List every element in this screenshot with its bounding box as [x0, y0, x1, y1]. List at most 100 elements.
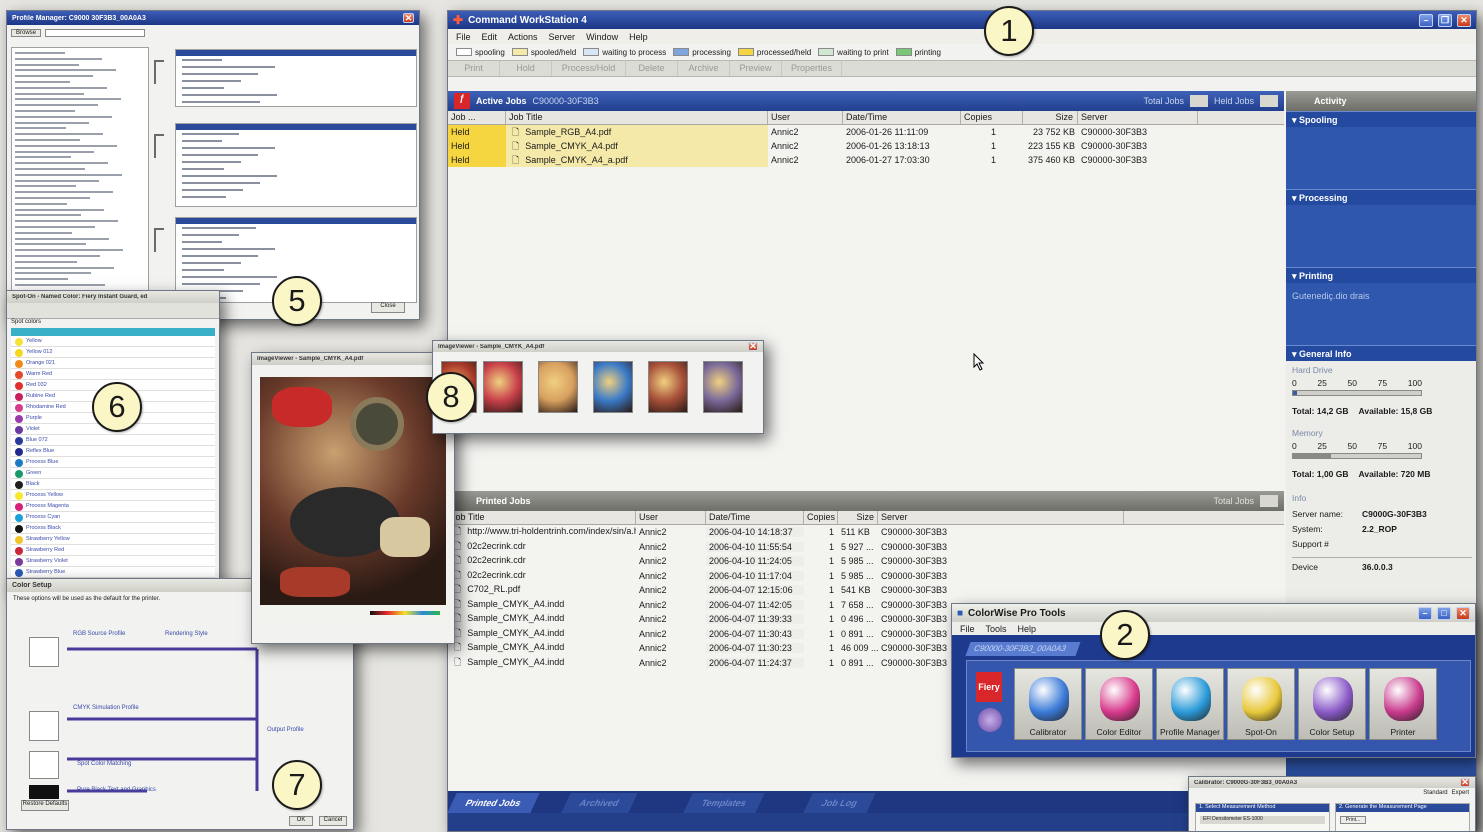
properties-button[interactable]: Properties [782, 61, 842, 76]
spot-color-row[interactable]: Reflex Blue [11, 446, 215, 457]
cw-menu-file[interactable]: File [960, 624, 975, 634]
calib-close-button[interactable]: ✕ [1460, 778, 1470, 787]
calib-expert-label[interactable]: Expert [1452, 790, 1469, 796]
spot-color-row[interactable]: Strawberry Red [11, 545, 215, 556]
spot-color-row[interactable]: Process Magenta [11, 501, 215, 512]
minimize-button[interactable]: – [1419, 13, 1433, 27]
col-user[interactable]: User [768, 111, 843, 124]
spot-color-row[interactable]: Warm Red [11, 369, 215, 380]
spot-color-row[interactable]: Strawberry Yellow [11, 534, 215, 545]
support-label: Support # [1292, 539, 1329, 549]
table-row[interactable]: 🗋 02c2ecrink.cdr Annic2 2006-04-10 11:55:54… [448, 540, 1284, 555]
menu-edit[interactable]: Edit [482, 32, 498, 42]
printed-jobs-header: Printed Jobs Total Jobs [448, 491, 1284, 511]
restore-defaults-button[interactable]: Restore Defaults [21, 800, 69, 811]
cw-maximize-button[interactable]: □ [1437, 606, 1451, 620]
profile-path-field[interactable] [45, 29, 146, 37]
table-row[interactable]: 🗋 C702_RL.pdf Annic2 2006-04-07 12:15:06 1 54… [448, 583, 1284, 598]
spot-color-row[interactable]: Blue 072 [11, 435, 215, 446]
spot-color-row[interactable]: Process Yellow [11, 490, 215, 501]
spot-color-row[interactable]: Black [11, 479, 215, 490]
table-row[interactable]: Held 🗋 Sample_RGB_A4.pdf Annic2 2006-01-26 1… [448, 125, 1284, 139]
col-copies[interactable]: Copies [961, 111, 1023, 124]
colorwise-server-tab[interactable]: C90000-30F3B3_00A0A3 [965, 642, 1081, 656]
thumbnail-image[interactable] [483, 361, 523, 413]
col-server[interactable]: Server [1078, 111, 1198, 124]
thumbs-title: ImageViewer - Sample_CMYK_A4.pdf [438, 343, 545, 350]
profile-source-list[interactable] [11, 47, 149, 309]
setup-ok-button[interactable]: OK [289, 816, 313, 826]
print-button[interactable]: Print [448, 61, 500, 76]
delete-button[interactable]: Delete [626, 61, 678, 76]
spot-color-row[interactable]: Green [11, 468, 215, 479]
general-info-header[interactable]: ▾ General Info [1286, 345, 1476, 361]
spot-color-row[interactable]: Yellow [11, 336, 215, 347]
thumbnail-image[interactable] [538, 361, 578, 413]
col-job-title[interactable]: Job Title [506, 111, 768, 124]
pcol-size[interactable]: Size [838, 511, 878, 524]
menu-help[interactable]: Help [629, 32, 648, 42]
pcol-date-time[interactable]: Date/Time [706, 511, 804, 524]
printing-section-header[interactable]: ▾ Printing [1286, 267, 1476, 283]
cw-minimize-button[interactable]: – [1418, 606, 1432, 620]
tab-printed-jobs[interactable]: Printed Jobs [448, 793, 540, 813]
pcol-server[interactable]: Server [878, 511, 1124, 524]
spot-color-row[interactable]: Process Cyan [11, 512, 215, 523]
spot-color-row[interactable]: Strawberry Violet [11, 556, 215, 567]
thumbs-close-button[interactable]: ✕ [748, 342, 758, 351]
col-date-time[interactable]: Date/Time [843, 111, 961, 124]
table-row[interactable]: 🗋 02c2ecrink.cdr Annic2 2006-04-10 11:17:04… [448, 569, 1284, 584]
tab-job-log[interactable]: Job Log [803, 793, 876, 813]
menu-file[interactable]: File [456, 32, 471, 42]
tool-color-editor-button[interactable]: Color Editor [1085, 668, 1153, 740]
profile-close-button[interactable]: ✕ [403, 13, 414, 23]
cw-close-button[interactable]: ✕ [1456, 606, 1470, 620]
cw-menu-tools[interactable]: Tools [986, 624, 1007, 634]
spot-color-row[interactable]: Yellow 012 [11, 347, 215, 358]
profile-browse-button[interactable]: Browse [11, 29, 42, 37]
col-size[interactable]: Size [1023, 111, 1078, 124]
tool-printer-button[interactable]: Printer [1369, 668, 1437, 740]
spot-color-row[interactable]: Strawberry Blue [11, 567, 215, 578]
menu-actions[interactable]: Actions [508, 32, 538, 42]
job-date: 2006-01-26 13:18:13 [846, 141, 930, 151]
calib-standard-label[interactable]: Standard [1423, 790, 1447, 796]
col-job-status[interactable]: Job ... [448, 111, 506, 124]
printed-copies: 1 [828, 570, 834, 581]
table-row[interactable]: Held 🗋 Sample_CMYK_A4_a.pdf Annic2 2006-01-2… [448, 153, 1284, 167]
close-button[interactable]: ✕ [1457, 13, 1471, 27]
pcol-user[interactable]: User [636, 511, 706, 524]
preview-button[interactable]: Preview [730, 61, 782, 76]
pcol-job-title[interactable]: Job Title [448, 511, 636, 524]
tab-archived[interactable]: Archived [561, 793, 638, 813]
spot-color-row[interactable]: Orange 021 [11, 358, 215, 369]
calib-method-field[interactable]: EFI Densitometer ES-1000 [1200, 816, 1325, 824]
process-hold-button[interactable]: Process/Hold [552, 61, 626, 76]
calib-print-button[interactable]: Print... [1340, 816, 1366, 824]
restore-button[interactable]: ❐ [1438, 13, 1452, 27]
processing-section-header[interactable]: ▾ Processing [1286, 189, 1476, 205]
pcol-copies[interactable]: Copies [804, 511, 838, 524]
tab-templates[interactable]: Templates [683, 793, 765, 813]
setup-cancel-button[interactable]: Cancel [319, 816, 347, 826]
thumbnail-image[interactable] [648, 361, 688, 413]
archive-button[interactable]: Archive [678, 61, 730, 76]
tool-calibrator-button[interactable]: Calibrator [1014, 668, 1082, 740]
cw-menu-help[interactable]: Help [1018, 624, 1037, 634]
spot-color-row[interactable]: Process Black [11, 523, 215, 534]
menu-server[interactable]: Server [549, 32, 576, 42]
tool-color-setup-button[interactable]: Color Setup [1298, 668, 1366, 740]
spot-color-row[interactable]: Process Blue [11, 457, 215, 468]
profile-close-dialog-button[interactable]: Close [371, 302, 405, 313]
spooling-section-header[interactable]: ▾ Spooling [1286, 111, 1476, 127]
table-row[interactable]: Held 🗋 Sample_CMYK_A4.pdf Annic2 2006-01-26 … [448, 139, 1284, 153]
table-row[interactable]: 🗋 http://www.tri-holdentrinh.com/index/si… [448, 525, 1284, 540]
tool-spot-on-button[interactable]: Spot-On [1227, 668, 1295, 740]
tool-profile-manager-button[interactable]: Profile Manager [1156, 668, 1224, 740]
menu-window[interactable]: Window [586, 32, 618, 42]
hold-button[interactable]: Hold [500, 61, 552, 76]
thumbnail-image[interactable] [593, 361, 633, 413]
printing-label: Printing [1299, 271, 1334, 281]
thumbnail-image[interactable] [703, 361, 743, 413]
table-row[interactable]: 🗋 02c2ecrink.cdr Annic2 2006-04-10 11:24:05… [448, 554, 1284, 569]
